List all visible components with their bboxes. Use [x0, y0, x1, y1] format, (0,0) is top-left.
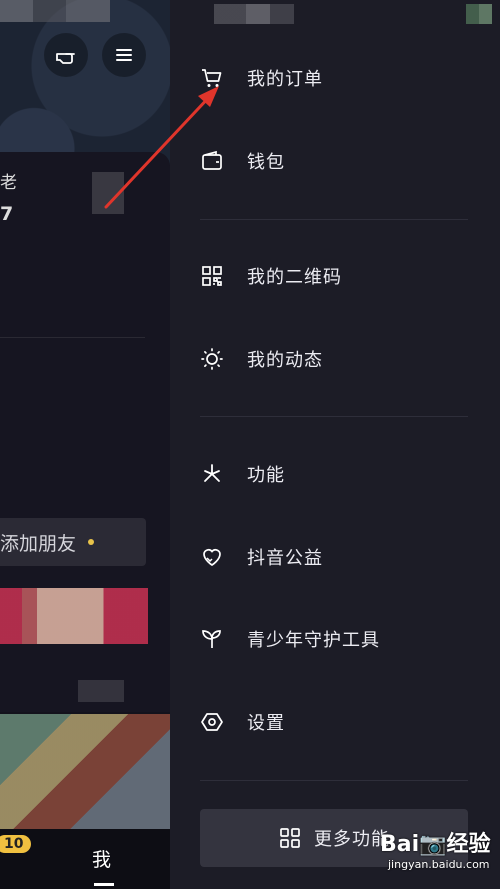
menu-item-settings[interactable]: 设置: [200, 700, 470, 744]
profile-page-background: 老 7 添加朋友 10 我: [0, 0, 170, 889]
tab-active-indicator: [94, 883, 114, 886]
bottom-tab-bar: 10 我: [0, 829, 170, 889]
features-icon: [200, 462, 224, 486]
side-drawer: 我的订单 钱包 我的二维码 我的动态 功能 抖音公益 青少年守护工具 设置 更多…: [170, 0, 500, 889]
blurred-banner: [0, 588, 148, 644]
sprout-icon: [200, 627, 224, 651]
menu-item-label: 抖音公益: [247, 548, 323, 569]
blurred-text: [78, 680, 124, 702]
blurred-status: [214, 4, 294, 24]
menu-item-features[interactable]: 功能: [200, 452, 470, 496]
profile-stat: 老 7: [0, 168, 17, 225]
tab-me[interactable]: 我: [92, 845, 111, 872]
watermark-logo: Bai📷经验: [380, 832, 491, 857]
menu-item-label: 我的动态: [247, 350, 323, 371]
pointing-hand-icon: [56, 53, 75, 64]
activity-icon: [200, 347, 224, 371]
blurred-status-text: [0, 0, 110, 22]
qr-code-icon: [200, 264, 224, 288]
section-divider: [200, 416, 468, 417]
grid-apps-icon: [280, 828, 300, 848]
watermark-site: jingyan.baidu.com: [388, 858, 490, 871]
section-divider: [200, 219, 468, 220]
menu-item-teen-guard[interactable]: 青少年守护工具: [200, 617, 470, 661]
more-features-label: 更多功能: [314, 829, 390, 850]
menu-item-label: 青少年守护工具: [247, 630, 380, 651]
profile-header-cover: [0, 0, 170, 165]
section-divider: [200, 780, 468, 781]
menu-item-activity[interactable]: 我的动态: [200, 337, 470, 381]
menu-item-orders[interactable]: 我的订单: [200, 56, 470, 100]
add-friend-button[interactable]: 添加朋友: [0, 518, 146, 566]
video-thumbnail[interactable]: [0, 714, 170, 829]
charity-heart-icon: [200, 545, 224, 569]
stat-label: 老: [0, 173, 17, 193]
menu-item-label: 功能: [247, 465, 285, 486]
wallet-icon: [200, 149, 224, 173]
hamburger-menu-icon: [116, 49, 132, 61]
menu-item-wallet[interactable]: 钱包: [200, 139, 470, 183]
cart-icon: [200, 66, 224, 90]
visitor-hand-button[interactable]: [44, 33, 88, 77]
settings-icon: [200, 710, 224, 734]
stat-value: 7: [0, 203, 14, 225]
baidu-jingyan-watermark: Bai📷经验 jingyan.baidu.com: [380, 826, 498, 884]
tab-badge: 10: [0, 835, 32, 853]
menu-item-label: 钱包: [247, 152, 285, 173]
add-friend-label: 添加朋友: [0, 532, 77, 555]
divider: [0, 337, 145, 338]
blurred-status-right: [466, 4, 492, 24]
menu-item-label: 设置: [247, 713, 285, 734]
menu-item-charity[interactable]: 抖音公益: [200, 535, 470, 579]
menu-item-label: 我的二维码: [247, 267, 342, 288]
notification-dot: [88, 539, 95, 545]
menu-button[interactable]: [102, 33, 146, 77]
menu-item-label: 我的订单: [247, 69, 323, 90]
blurred-count: [92, 172, 124, 214]
menu-item-qr-code[interactable]: 我的二维码: [200, 254, 470, 298]
